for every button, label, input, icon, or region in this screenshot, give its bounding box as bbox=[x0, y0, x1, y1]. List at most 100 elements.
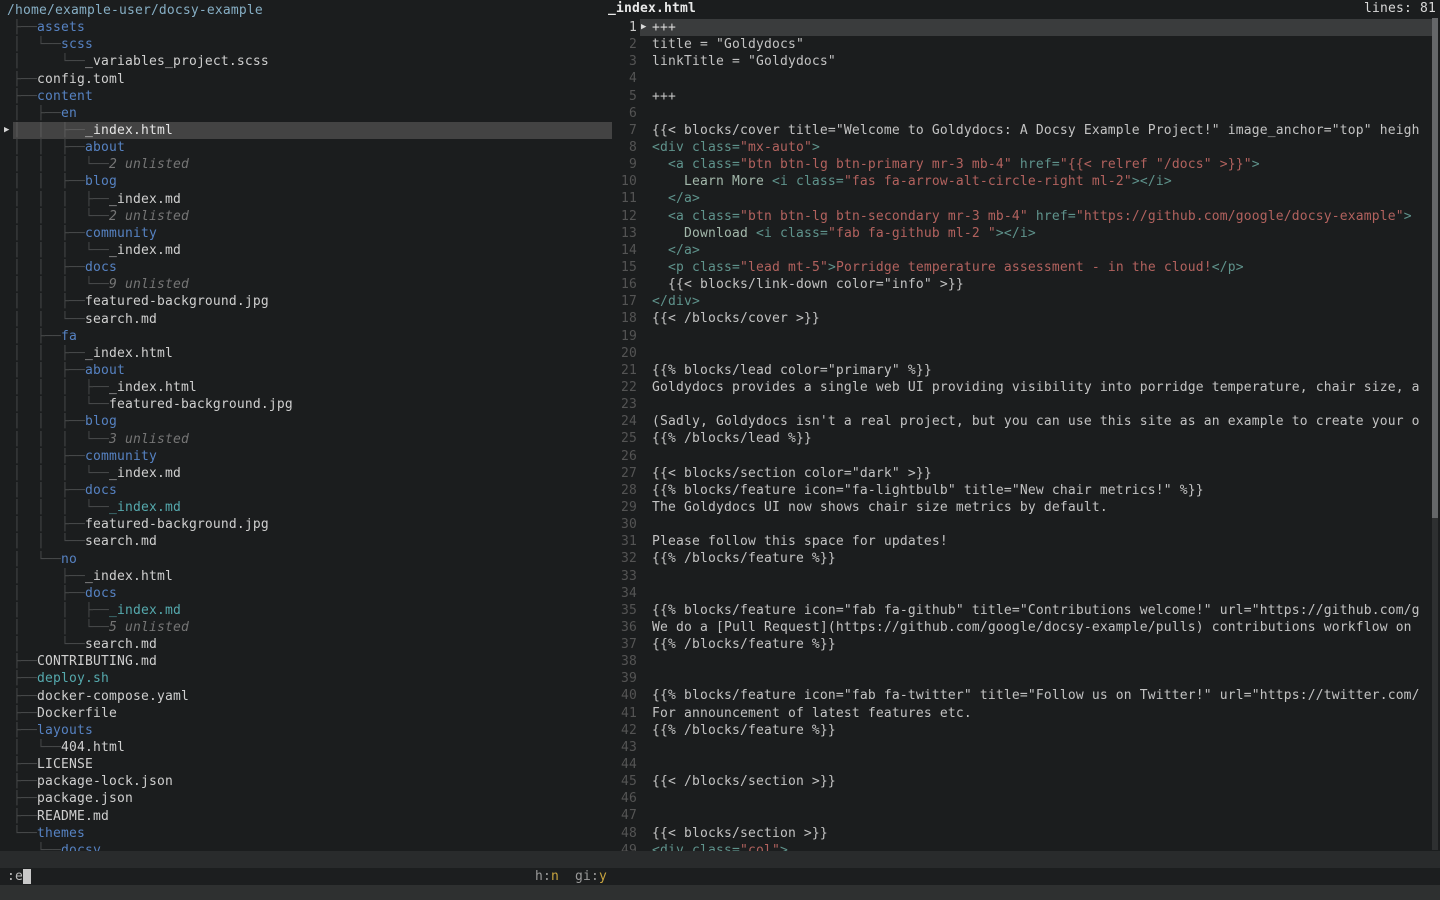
preview-selection-arrow-icon: ▶ bbox=[641, 19, 647, 36]
tree-row[interactable]: │ │ │ └──3 unlisted bbox=[13, 431, 612, 448]
code-line: 30 bbox=[608, 516, 1440, 533]
code-line: 12 <a class="btn btn-lg btn-secondary mr… bbox=[608, 208, 1440, 225]
tree-row[interactable]: │ │ ├──about bbox=[13, 362, 612, 379]
code-line: 6 bbox=[608, 105, 1440, 122]
tree-row[interactable]: │ └──search.md bbox=[13, 636, 612, 653]
tree-row[interactable]: │ └──scss bbox=[13, 36, 612, 53]
preview-scrollbar[interactable] bbox=[1432, 18, 1438, 850]
tree-row[interactable]: ├──assets bbox=[13, 19, 612, 36]
tree-row[interactable]: │ │ ├──_index.md bbox=[13, 602, 612, 619]
tree-row[interactable]: │ │ └──search.md bbox=[13, 311, 612, 328]
code-line: 14 </a> bbox=[608, 242, 1440, 259]
command-input-value[interactable]: :e bbox=[7, 868, 23, 885]
tree-row[interactable]: ├──README.md bbox=[13, 808, 612, 825]
tree-row[interactable]: │ │ │ ├──_index.md bbox=[13, 191, 612, 208]
tree-row[interactable]: ├──Dockerfile bbox=[13, 705, 612, 722]
code-line: 41For announcement of latest features et… bbox=[608, 705, 1440, 722]
code-line: 37{{% /blocks/feature %}} bbox=[608, 636, 1440, 653]
code-line: 31Please follow this space for updates! bbox=[608, 533, 1440, 550]
tree-rows: ├──assets│ └──scss│ └──_variables_projec… bbox=[0, 19, 612, 851]
tree-row[interactable]: │ │ │ └──_index.md bbox=[13, 465, 612, 482]
status-bar: Hit enter to open the file, alt-enter to… bbox=[0, 851, 1440, 868]
tree-row[interactable]: ├──deploy.sh bbox=[13, 670, 612, 687]
tree-row[interactable]: ├──docker-compose.yaml bbox=[13, 688, 612, 705]
tree-row[interactable]: │ │ │ └──2 unlisted bbox=[13, 208, 612, 225]
tree-row[interactable]: │ │ └──search.md bbox=[13, 533, 612, 550]
code-line: 47 bbox=[608, 807, 1440, 824]
tree-row[interactable]: │ │ ├──featured-background.jpg bbox=[13, 516, 612, 533]
tree-row[interactable]: └──docsy bbox=[13, 842, 612, 851]
code-line: 29The Goldydocs UI now shows chair size … bbox=[608, 499, 1440, 516]
tree-row[interactable]: │ └──no bbox=[13, 551, 612, 568]
code-line: 22Goldydocs provides a single web UI pro… bbox=[608, 379, 1440, 396]
tree-row[interactable]: ├──config.toml bbox=[13, 71, 612, 88]
tree-row[interactable]: │ │ ├──blog bbox=[13, 173, 612, 190]
code-line: 7{{< blocks/cover title="Welcome to Gold… bbox=[608, 122, 1440, 139]
code-line: 21{{% blocks/lead color="primary" %}} bbox=[608, 362, 1440, 379]
broot-terminal-app: /home/example-user/docsy-example ├──asse… bbox=[0, 0, 1440, 900]
tree-row[interactable]: │ │ │ └──2 unlisted bbox=[13, 156, 612, 173]
code-line: 49<div class="col"> bbox=[608, 842, 1440, 851]
tree-row[interactable]: ├──LICENSE bbox=[13, 756, 612, 773]
code-line: 19 bbox=[608, 328, 1440, 345]
code-line: 35{{% blocks/feature icon="fab fa-github… bbox=[608, 602, 1440, 619]
code-line: 39 bbox=[608, 670, 1440, 687]
tree-row[interactable]: │ │ ├──community bbox=[13, 225, 612, 242]
tree-row[interactable]: │ │ │ └──_index.md bbox=[13, 499, 612, 516]
command-input-bar[interactable]: :e h:n gi:y bbox=[0, 868, 1440, 885]
code-line: 15 <p class="lead mt-5">Porridge tempera… bbox=[608, 259, 1440, 276]
tree-row[interactable]: │ │ ├──about bbox=[13, 139, 612, 156]
tree-row[interactable]: │ │ │ └──_index.md bbox=[13, 242, 612, 259]
tree-row[interactable]: ├──package.json bbox=[13, 790, 612, 807]
tree-row[interactable]: │ │ ├──community bbox=[13, 448, 612, 465]
code-line: 2title = "Goldydocs" bbox=[608, 36, 1440, 53]
code-line: 16 {{< blocks/link-down color="info" >}} bbox=[608, 276, 1440, 293]
tree-row[interactable]: │ └──404.html bbox=[13, 739, 612, 756]
code-line: 48{{< blocks/section >}} bbox=[608, 825, 1440, 842]
tree-row[interactable]: │ │ ├──docs bbox=[13, 482, 612, 499]
tree-row[interactable]: ├──package-lock.json bbox=[13, 773, 612, 790]
tree-row[interactable]: └──themes bbox=[13, 825, 612, 842]
preview-header: _index.html lines: 81 bbox=[608, 0, 1440, 18]
code-line: 9 <a class="btn btn-lg btn-primary mr-3 … bbox=[608, 156, 1440, 173]
tree-row[interactable]: │ │ │ ├──_index.html bbox=[13, 379, 612, 396]
code-line: 33 bbox=[608, 568, 1440, 585]
tree-row[interactable]: ├──CONTRIBUTING.md bbox=[13, 653, 612, 670]
tree-row[interactable]: │ ├──fa bbox=[13, 328, 612, 345]
tree-row[interactable]: │ │ ├──docs bbox=[13, 259, 612, 276]
tree-row[interactable]: ├──layouts bbox=[13, 722, 612, 739]
tree-row[interactable]: │ │ │ └──9 unlisted bbox=[13, 276, 612, 293]
code-line: 34 bbox=[608, 585, 1440, 602]
code-lines: 1▶+++2title = "Goldydocs"3linkTitle = "G… bbox=[608, 19, 1440, 851]
tree-row[interactable]: │ ├──_index.html bbox=[13, 568, 612, 585]
code-line: 4 bbox=[608, 70, 1440, 87]
code-line: 11 </a> bbox=[608, 190, 1440, 207]
code-line: 36We do a [Pull Request](https://github.… bbox=[608, 619, 1440, 636]
tree-row[interactable]: │ │ ├──_index.html bbox=[13, 345, 612, 362]
tree-row[interactable]: │ │ │ └──featured-background.jpg bbox=[13, 396, 612, 413]
code-line: 17</div> bbox=[608, 293, 1440, 310]
scrollbar-thumb-icon[interactable] bbox=[1432, 18, 1438, 518]
tree-row[interactable]: │ │ ├──blog bbox=[13, 413, 612, 430]
code-line: 24(Sadly, Goldydocs isn't a real project… bbox=[608, 413, 1440, 430]
code-line: 18{{< /blocks/cover >}} bbox=[608, 310, 1440, 327]
code-line: 46 bbox=[608, 790, 1440, 807]
code-line: 26 bbox=[608, 448, 1440, 465]
input-hints: h:n gi:y bbox=[535, 868, 607, 885]
text-cursor-icon bbox=[23, 869, 31, 884]
tree-row[interactable]: │ │ └──5 unlisted bbox=[13, 619, 612, 636]
tree-row[interactable]: ├──content bbox=[13, 88, 612, 105]
root-path: /home/example-user/docsy-example bbox=[7, 2, 612, 19]
tree-selection-arrow-icon: ▶ bbox=[4, 122, 14, 139]
tree-row[interactable]: │ │ ├──featured-background.jpg bbox=[13, 293, 612, 310]
file-tree-pane: /home/example-user/docsy-example ├──asse… bbox=[0, 0, 612, 851]
tree-row[interactable]: │ ├──docs bbox=[13, 585, 612, 602]
code-line: 10 Learn More <i class="fas fa-arrow-alt… bbox=[608, 173, 1440, 190]
terminal-bottom-padding bbox=[0, 885, 1440, 900]
tree-row[interactable]: │ └──_variables_project.scss bbox=[13, 53, 612, 70]
code-line: 13 Download <i class="fab fa-github ml-2… bbox=[608, 225, 1440, 242]
code-line: 38 bbox=[608, 653, 1440, 670]
tree-row[interactable]: │ │ ├──_index.html bbox=[13, 122, 612, 139]
code-line: 8<div class="mx-auto"> bbox=[608, 139, 1440, 156]
tree-row[interactable]: │ ├──en bbox=[13, 105, 612, 122]
